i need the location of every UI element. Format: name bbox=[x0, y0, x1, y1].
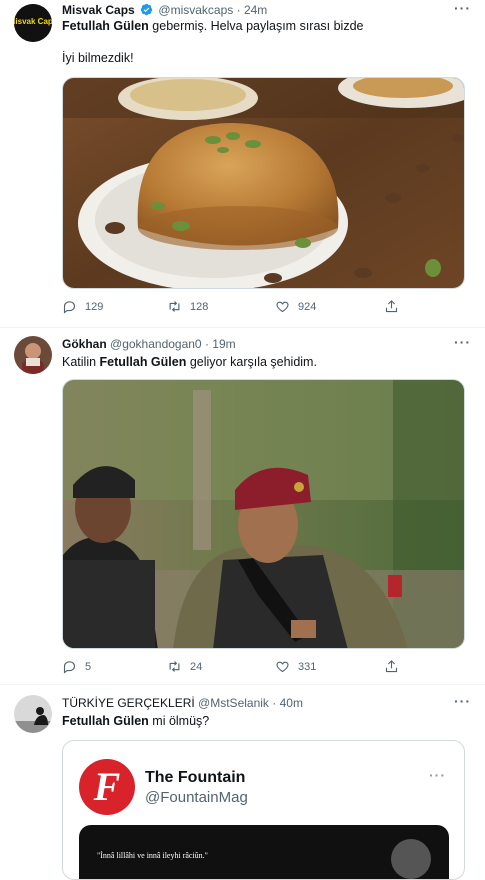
handle[interactable]: @misvakcaps bbox=[158, 3, 233, 17]
separator-dot: · bbox=[272, 696, 277, 710]
avatar[interactable] bbox=[14, 695, 52, 733]
tweet-text-bold: Fetullah Gülen bbox=[62, 19, 149, 33]
tweet-text-bold: Fetullah Gülen bbox=[99, 355, 187, 369]
reply-icon bbox=[63, 301, 76, 314]
quote-avatar[interactable]: F bbox=[79, 759, 135, 815]
retweet-icon bbox=[169, 301, 180, 312]
timestamp[interactable]: 40m bbox=[280, 696, 303, 710]
more-options-icon[interactable]: ··· bbox=[454, 0, 471, 16]
tweet-2[interactable]: Gökhan @gokhandogan0 · 19m ··· Katilin F… bbox=[0, 328, 485, 685]
tweet-actions: 5 24 331 bbox=[62, 659, 422, 675]
tweet-header: Gökhan @gokhandogan0 · 19m bbox=[62, 336, 236, 352]
heart-icon bbox=[276, 661, 289, 673]
tweet-header: TÜRKİYE GERÇEKLERİ @MstSelanik · 40m bbox=[62, 695, 303, 711]
verified-badge-icon bbox=[140, 3, 153, 16]
quote-name[interactable]: The Fountain bbox=[145, 769, 245, 787]
like-count: 331 bbox=[298, 660, 317, 673]
reply-count: 129 bbox=[85, 300, 104, 313]
retweet-count: 24 bbox=[190, 660, 203, 673]
tweet-text: Fetullah Gülen gebermiş. Helva paylaşım … bbox=[62, 18, 363, 34]
like-button[interactable]: 331 bbox=[275, 659, 316, 674]
timestamp[interactable]: 24m bbox=[244, 3, 267, 17]
tweet-text-line2: İyi bilmezdik! bbox=[62, 51, 134, 65]
avatar[interactable]: Misvak Caps bbox=[14, 4, 52, 42]
tweet-text: Katilin Fetullah Gülen geliyor karşıla ş… bbox=[62, 354, 317, 370]
tweet-text-bold: Fetullah Gülen bbox=[62, 714, 149, 728]
share-icon bbox=[385, 660, 398, 673]
quote-image-banner[interactable]: "İnnâ lillâhi ve innâ ileyhi râciûn." bbox=[79, 825, 449, 879]
like-count: 924 bbox=[298, 300, 317, 313]
retweet-button[interactable]: 128 bbox=[167, 299, 208, 314]
timestamp[interactable]: 19m bbox=[212, 337, 235, 351]
quote-banner-text: "İnnâ lillâhi ve innâ ileyhi râciûn." bbox=[97, 851, 208, 860]
display-name[interactable]: Gökhan bbox=[62, 337, 107, 351]
tweet-3[interactable]: TÜRKİYE GERÇEKLERİ @MstSelanik · 40m ···… bbox=[0, 685, 485, 880]
display-name[interactable]: TÜRKİYE GERÇEKLERİ bbox=[62, 696, 195, 710]
reply-icon bbox=[63, 661, 76, 674]
more-options-icon[interactable]: ··· bbox=[454, 693, 471, 709]
retweet-icon bbox=[169, 661, 180, 672]
like-button[interactable]: 924 bbox=[275, 299, 316, 314]
handle[interactable]: @MstSelanik bbox=[198, 696, 269, 710]
tweet-text-pre: Katilin bbox=[62, 355, 100, 369]
separator-dot: · bbox=[204, 337, 209, 351]
handle[interactable]: @gokhandogan0 bbox=[110, 337, 202, 351]
tweet-header: Misvak Caps @misvakcaps · 24m bbox=[62, 2, 267, 18]
avatar[interactable] bbox=[14, 336, 52, 374]
share-button[interactable] bbox=[384, 659, 399, 674]
retweet-count: 128 bbox=[190, 300, 209, 313]
quoted-tweet-card[interactable]: F The Fountain @FountainMag ··· "İnnâ li… bbox=[62, 740, 465, 880]
tweet-actions: 129 128 924 bbox=[62, 299, 422, 315]
tweet-image-halva[interactable] bbox=[62, 77, 465, 289]
tweet-image-soldiers[interactable] bbox=[62, 379, 465, 649]
tweet-text-rest: mi ölmüş? bbox=[148, 714, 210, 728]
tweet-text-rest: gebermiş. Helva paylaşım sırası bizde bbox=[148, 19, 364, 33]
quote-handle[interactable]: @FountainMag bbox=[145, 789, 248, 806]
reply-button[interactable]: 129 bbox=[62, 299, 103, 314]
more-options-icon[interactable]: ··· bbox=[454, 334, 471, 350]
display-name[interactable]: Misvak Caps bbox=[62, 3, 135, 17]
separator-dot: · bbox=[236, 3, 241, 17]
share-button[interactable] bbox=[384, 299, 399, 314]
retweet-button[interactable]: 24 bbox=[167, 659, 202, 674]
heart-icon bbox=[276, 301, 289, 313]
tweet-text-rest: geliyor karşıla şehidim. bbox=[186, 355, 317, 369]
tweet-text: Fetullah Gülen mi ölmüş? bbox=[62, 713, 209, 729]
tweet-1[interactable]: Misvak Caps Misvak Caps @misvakcaps · 24… bbox=[0, 0, 485, 328]
reply-button[interactable]: 5 bbox=[62, 659, 91, 674]
share-icon bbox=[385, 300, 398, 313]
fountain-logo-letter: F bbox=[93, 764, 121, 809]
quote-more-options-icon[interactable]: ··· bbox=[429, 767, 446, 783]
quote-banner-figure bbox=[391, 839, 431, 879]
reply-count: 5 bbox=[85, 660, 92, 673]
avatar-logo-text: Misvak Caps bbox=[14, 17, 52, 26]
